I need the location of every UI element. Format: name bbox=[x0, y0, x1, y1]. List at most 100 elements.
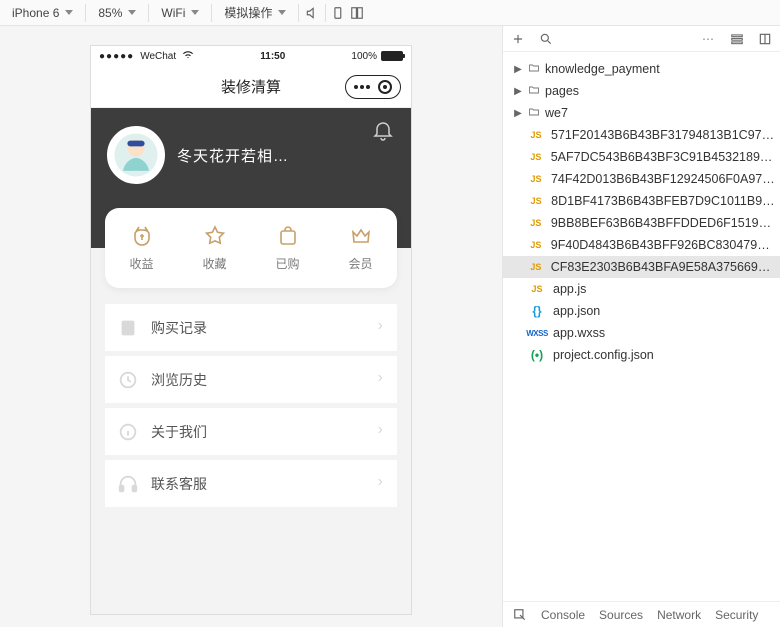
tab-network[interactable]: Network bbox=[657, 608, 701, 622]
status-time: 11:50 bbox=[200, 51, 345, 62]
file-type-icon: {} bbox=[525, 304, 549, 318]
tree-folder[interactable]: ▶knowledge_payment bbox=[503, 58, 780, 80]
file-type-icon: (•) bbox=[525, 348, 549, 362]
tree-file[interactable]: JS9F40D4843B6B43BFF926BC8304797A50.js bbox=[503, 234, 780, 256]
more-icon bbox=[354, 85, 370, 89]
mock-select[interactable]: 模拟操作 bbox=[218, 2, 292, 24]
file-type-icon: JS bbox=[525, 152, 547, 162]
page-title: 装修清算 bbox=[221, 76, 281, 97]
clock-icon bbox=[117, 369, 139, 391]
inspect-icon[interactable] bbox=[513, 608, 527, 622]
tab-console[interactable]: Console bbox=[541, 608, 585, 622]
chevron-down-icon bbox=[278, 10, 286, 15]
status-carrier: WeChat bbox=[140, 51, 176, 62]
tree-item-label: 5AF7DC543B6B43BF3C91B45321897A50... bbox=[551, 150, 776, 164]
chevron-down-icon bbox=[191, 10, 199, 15]
phone-frame: ●●●●● WeChat 11:50 100% 装修清算 bbox=[91, 46, 411, 614]
file-type-icon: JS bbox=[525, 174, 547, 184]
tree-folder[interactable]: ▶we7 bbox=[503, 102, 780, 124]
separator bbox=[298, 4, 299, 22]
tree-item-label: app.json bbox=[553, 304, 600, 318]
search-icon[interactable] bbox=[539, 32, 553, 46]
card-item-crown[interactable]: 会员 bbox=[324, 208, 397, 288]
tree-item-label: app.js bbox=[553, 282, 586, 296]
card-item-bag[interactable]: 已购 bbox=[251, 208, 324, 288]
tree-file[interactable]: (•) project.config.json bbox=[503, 344, 780, 366]
menu-item-info[interactable]: 关于我们 bbox=[105, 408, 397, 456]
new-file-icon[interactable] bbox=[511, 32, 525, 46]
tree-file[interactable]: JS 5AF7DC543B6B43BF3C91B45321897A50... bbox=[503, 146, 780, 168]
devtools-top-toolbar: iPhone 6 85% WiFi 模拟操作 bbox=[0, 0, 780, 26]
tree-file[interactable]: {} app.json bbox=[503, 300, 780, 322]
card-item-label: 已购 bbox=[275, 255, 299, 272]
menu-list: 购买记录浏览历史关于我们联系客服 bbox=[105, 304, 397, 508]
status-bar: ●●●●● WeChat 11:50 100% bbox=[91, 46, 411, 66]
star-icon bbox=[203, 224, 227, 251]
menu-item-receipt[interactable]: 购买记录 bbox=[105, 304, 397, 352]
tree-item-label: project.config.json bbox=[553, 348, 654, 362]
tree-item-label: 8D1BF4173B6B43BFEB7D9C1011B97A5... bbox=[551, 194, 776, 208]
dock-icon[interactable] bbox=[350, 6, 364, 20]
network-select[interactable]: WiFi bbox=[155, 2, 205, 24]
file-explorer: ⋯ ▶knowledge_payment▶pages▶we7JS571F2014… bbox=[502, 26, 780, 627]
wifi-icon bbox=[182, 50, 194, 63]
separator bbox=[211, 4, 212, 22]
separator bbox=[148, 4, 149, 22]
collapse-icon[interactable] bbox=[758, 32, 772, 46]
capsule-button[interactable] bbox=[345, 75, 401, 99]
more-icon[interactable]: ⋯ bbox=[702, 32, 716, 46]
mock-select-label: 模拟操作 bbox=[224, 4, 272, 21]
tree-item-label: we7 bbox=[545, 106, 568, 120]
tree-item-label: 571F20143B6B43BF31794813B1C97A50.js bbox=[551, 128, 776, 142]
nickname: 冬天花开若相… bbox=[177, 145, 289, 166]
tree-file[interactable]: WXSSapp.wxss bbox=[503, 322, 780, 344]
rotate-icon[interactable] bbox=[332, 6, 346, 20]
tree-item-label: 9F40D4843B6B43BFF926BC8304797A50.js bbox=[551, 238, 776, 252]
settings-icon[interactable] bbox=[730, 32, 744, 46]
info-icon bbox=[117, 421, 139, 443]
menu-item-headset[interactable]: 联系客服 bbox=[105, 460, 397, 508]
mute-icon[interactable] bbox=[305, 6, 319, 20]
tab-security[interactable]: Security bbox=[715, 608, 758, 622]
devtools-bottom-tabs: Console Sources Network Security bbox=[503, 601, 780, 627]
file-type-icon: JS bbox=[525, 196, 547, 206]
card-item-star[interactable]: 收藏 bbox=[178, 208, 251, 288]
tree-file[interactable]: JS 74F42D013B6B43BF12924506F0A97A50.js bbox=[503, 168, 780, 190]
expand-icon: ▶ bbox=[513, 64, 523, 75]
explorer-toolbar: ⋯ bbox=[503, 26, 780, 52]
close-ring-icon bbox=[378, 80, 392, 94]
zoom-select[interactable]: 85% bbox=[92, 2, 142, 24]
folder-icon bbox=[527, 106, 541, 121]
simulator-area: ●●●●● WeChat 11:50 100% 装修清算 bbox=[0, 26, 502, 627]
menu-item-label: 浏览历史 bbox=[151, 370, 363, 390]
expand-icon: ▶ bbox=[513, 86, 523, 97]
chevron-right-icon bbox=[375, 475, 385, 492]
status-battery-pct: 100% bbox=[351, 51, 377, 62]
battery-icon bbox=[381, 51, 403, 61]
crown-icon bbox=[349, 224, 373, 251]
zoom-select-label: 85% bbox=[98, 6, 122, 20]
tree-file[interactable]: JS571F20143B6B43BF31794813B1C97A50.js bbox=[503, 124, 780, 146]
menu-item-label: 关于我们 bbox=[151, 422, 363, 442]
tree-item-label: 74F42D013B6B43BF12924506F0A97A50.js bbox=[551, 172, 776, 186]
device-select[interactable]: iPhone 6 bbox=[6, 2, 79, 24]
tree-file[interactable]: JSapp.js bbox=[503, 278, 780, 300]
miniprogram-titlebar: 装修清算 bbox=[91, 66, 411, 108]
tree-file[interactable]: JSCF83E2303B6B43BFA9E58A3756697A50.js bbox=[503, 256, 780, 278]
separator bbox=[85, 4, 86, 22]
menu-item-clock[interactable]: 浏览历史 bbox=[105, 356, 397, 404]
bell-icon[interactable] bbox=[371, 118, 395, 142]
file-tree[interactable]: ▶knowledge_payment▶pages▶we7JS571F20143B… bbox=[503, 52, 780, 601]
file-type-icon: JS bbox=[525, 218, 547, 228]
card-item-money-bag[interactable]: 收益 bbox=[105, 208, 178, 288]
network-select-label: WiFi bbox=[161, 6, 185, 20]
chevron-right-icon bbox=[375, 371, 385, 388]
tree-file[interactable]: JS 8D1BF4173B6B43BFEB7D9C1011B97A5... bbox=[503, 190, 780, 212]
avatar[interactable] bbox=[107, 126, 165, 184]
money-bag-icon bbox=[130, 224, 154, 251]
chevron-right-icon bbox=[375, 423, 385, 440]
separator bbox=[325, 4, 326, 22]
tree-folder[interactable]: ▶pages bbox=[503, 80, 780, 102]
tab-sources[interactable]: Sources bbox=[599, 608, 643, 622]
tree-file[interactable]: JS9BB8BEF63B6B43BFFDDED6F151997A5... bbox=[503, 212, 780, 234]
